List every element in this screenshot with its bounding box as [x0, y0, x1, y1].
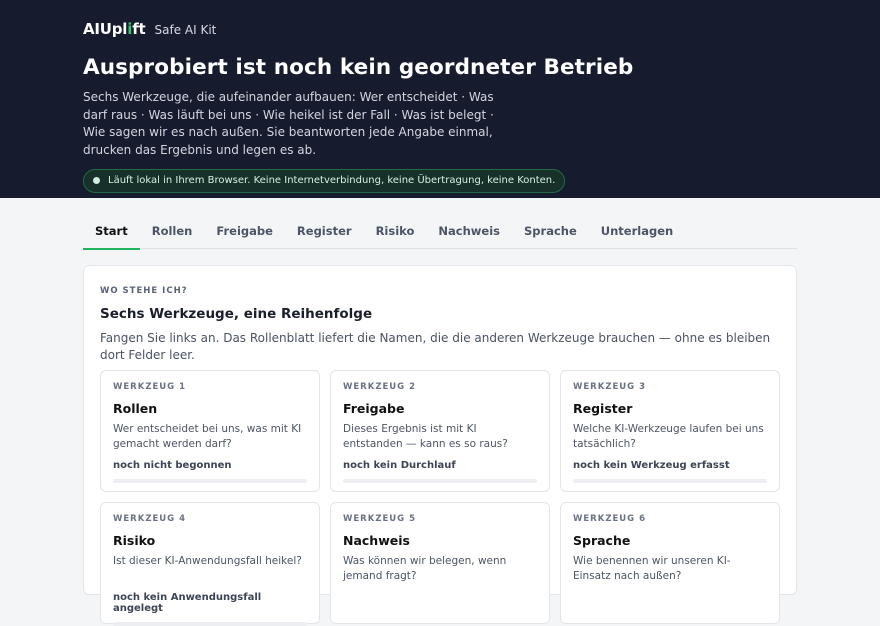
tool-card-progress-bar: [113, 479, 307, 483]
tool-card-title: Rollen: [113, 401, 158, 416]
tool-card-kicker: WERKZEUG 6: [573, 514, 647, 524]
tool-card-kicker: WERKZEUG 5: [343, 514, 417, 524]
tab-register[interactable]: Register: [285, 218, 364, 249]
tool-card-progress-bar: [343, 479, 537, 483]
tool-card-sprache[interactable]: WERKZEUG 6 Sprache Wie benennen wir unse…: [560, 502, 780, 624]
tab-risiko[interactable]: Risiko: [364, 218, 427, 249]
panel-title: Sechs Werkzeuge, eine Reihenfolge: [100, 306, 373, 322]
local-status-text: Läuft lokal in Ihrem Browser. Keine Inte…: [108, 175, 556, 186]
overview-panel: WO STEHE ICH? Sechs Werkzeuge, eine Reih…: [83, 265, 797, 626]
tool-card-kicker: WERKZEUG 2: [343, 382, 417, 392]
tool-card-progress-bar: [573, 479, 767, 483]
tab-rollen[interactable]: Rollen: [140, 218, 205, 249]
hero-description: Sechs Werkzeuge, die aufeinander aufbaue…: [83, 90, 494, 157]
tool-card-kicker: WERKZEUG 3: [573, 382, 647, 392]
tool-card-question: Dieses Ergebnis ist mit KI entstanden — …: [343, 423, 508, 450]
brand-subtitle: Safe AI Kit: [154, 23, 217, 37]
tool-card-freigabe[interactable]: WERKZEUG 2 Freigabe Dieses Ergebnis ist …: [330, 370, 550, 492]
tab-unterlagen[interactable]: Unterlagen: [589, 218, 685, 249]
tool-card-kicker: WERKZEUG 1: [113, 382, 187, 392]
tool-card-status: noch kein Werkzeug erfasst: [573, 460, 730, 471]
tool-card-risiko[interactable]: WERKZEUG 4 Risiko Ist dieser KI-Anwendun…: [100, 502, 320, 626]
hero-header: AIUplift Safe AI Kit Ausprobiert ist noc…: [0, 0, 880, 198]
tool-card-status: noch kein Durchlauf: [343, 460, 456, 471]
tab-sprache[interactable]: Sprache: [512, 218, 589, 249]
tab-freigabe[interactable]: Freigabe: [204, 218, 285, 249]
tool-card-title: Nachweis: [343, 533, 410, 548]
tool-card-progress-bar: [113, 622, 307, 626]
tool-card-title: Sprache: [573, 533, 631, 548]
panel-description: Fangen Sie links an. Das Rollenblatt lie…: [100, 331, 771, 362]
tab-start[interactable]: Start: [83, 218, 140, 250]
tool-card-grid: WERKZEUG 1 Rollen Wer entscheidet bei un…: [100, 370, 780, 626]
tool-card-kicker: WERKZEUG 4: [113, 514, 187, 524]
tool-card-nachweis[interactable]: WERKZEUG 5 Nachweis Was können wir beleg…: [330, 502, 550, 624]
tool-card-rollen[interactable]: WERKZEUG 1 Rollen Wer entscheidet bei un…: [100, 370, 320, 492]
tool-card-status: noch kein Anwendungsfall angelegt: [113, 592, 262, 614]
tool-card-question: Wer entscheidet bei uns, was mit KI gema…: [113, 423, 302, 450]
tool-card-status: noch nicht begonnen: [113, 460, 232, 471]
tool-card-title: Register: [573, 401, 633, 416]
tab-bar: Start Rollen Freigabe Register Risiko Na…: [83, 218, 797, 250]
status-dot-icon: [93, 177, 100, 184]
panel-eyebrow: WO STEHE ICH?: [100, 286, 188, 296]
page-title: Ausprobiert ist noch kein geordneter Bet…: [83, 55, 634, 80]
local-status-badge: Läuft lokal in Ihrem Browser. Keine Inte…: [83, 169, 566, 193]
tool-card-title: Freigabe: [343, 401, 405, 416]
tool-card-title: Risiko: [113, 533, 156, 548]
tab-nachweis[interactable]: Nachweis: [426, 218, 512, 249]
tool-card-question: Welche KI-Werkzeuge laufen bei uns tatsä…: [573, 423, 764, 450]
brand: AIUplift Safe AI Kit: [83, 20, 880, 38]
logo[interactable]: AIUplift: [83, 20, 146, 38]
tool-card-register[interactable]: WERKZEUG 3 Register Welche KI-Werkzeuge …: [560, 370, 780, 492]
